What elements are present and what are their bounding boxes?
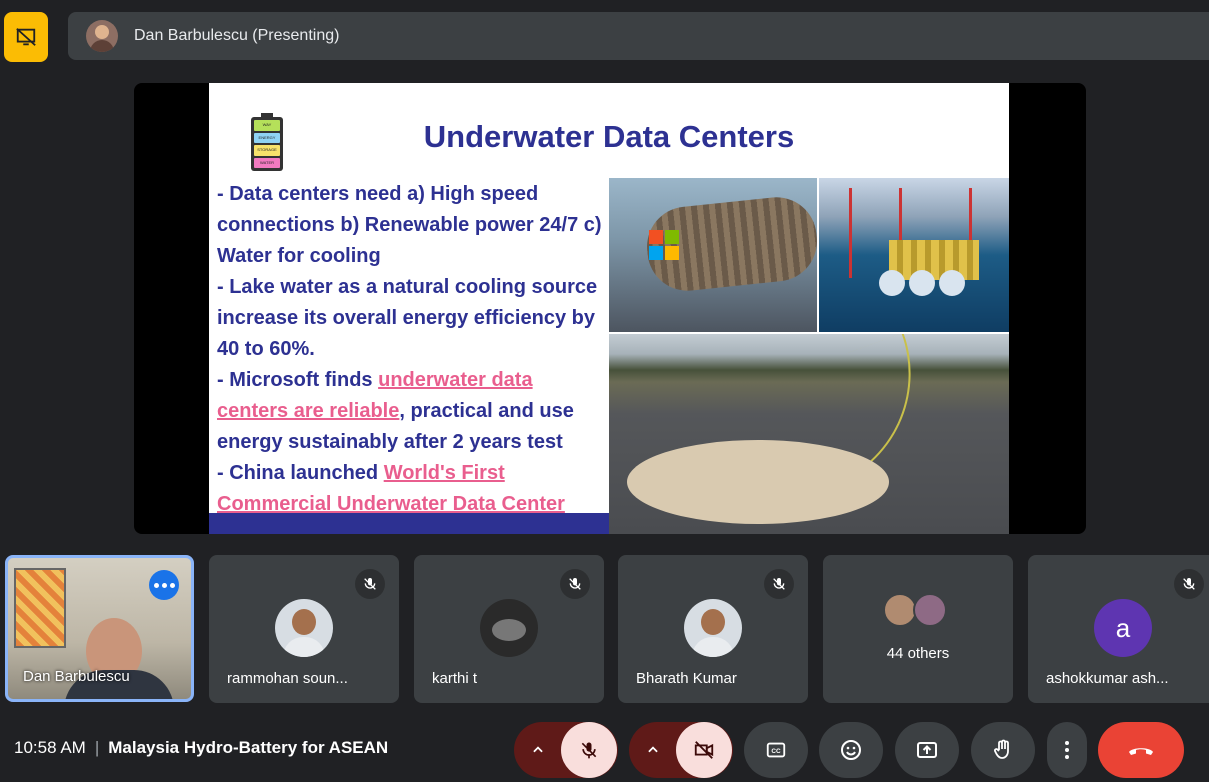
raise-hand-icon [994,739,1009,759]
others-avatars [883,593,953,627]
meeting-title: Malaysia Hydro-Battery for ASEAN [108,738,389,757]
camera-toggle-button[interactable] [676,722,732,778]
captions-button[interactable]: CC [744,722,808,778]
top-bar: Dan Barbulescu (Presenting) [0,0,1209,72]
photo-lake-island [609,334,1009,534]
speaking-indicator-icon [149,570,179,600]
mic-off-icon [764,569,794,599]
clock: 10:58 AM [14,738,86,757]
participant-tile-others[interactable]: 44 others [823,555,1013,703]
leave-call-button[interactable] [1098,722,1184,778]
mic-off-icon [560,569,590,599]
bullet-3: - Microsoft finds underwater data center… [217,369,574,453]
more-options-icon [1065,741,1069,745]
avatar [684,599,742,657]
bullet-4: - China launched World's First Commercia… [217,462,565,515]
slide-title: Underwater Data Centers [423,119,795,154]
participant-tile[interactable]: karthi t [414,555,604,703]
participant-name: karthi t [432,670,478,687]
participant-tile[interactable]: a ashokkumar ash... [1028,555,1209,703]
mic-control-group [514,722,618,778]
chevron-up-icon [648,746,658,753]
emoji-icon [841,740,861,760]
camera-control-group [629,722,733,778]
svg-text:CC: CC [771,748,781,755]
present-screen-icon [917,742,937,758]
more-options-button[interactable] [1047,722,1087,778]
participant-name: Bharath Kumar [636,670,737,687]
emoji-button[interactable] [819,722,883,778]
bullet-2: - Lake water as a natural cooling source… [217,276,598,360]
camera-off-icon [694,741,714,759]
mic-off-icon [355,569,385,599]
raise-hand-button[interactable] [971,722,1035,778]
participant-name: rammohan soun... [227,670,348,687]
presentation-slide: WAY ENERGY STORAGE WATER Underwater Data… [209,83,1009,534]
mic-off-icon [1174,569,1204,599]
mic-off-icon [581,742,597,759]
participant-tile[interactable]: Bharath Kumar [618,555,808,703]
hide-presentation-button[interactable] [4,12,48,62]
participant-tile-self[interactable]: Dan Barbulescu [5,555,194,702]
photo-china-module [819,178,1009,332]
participant-name: Dan Barbulescu [23,668,130,685]
avatar [275,599,333,657]
camera-options-button[interactable] [630,722,676,778]
control-bar: 10:58 AM | Malaysia Hydro-Battery for ASEA… [0,716,1209,782]
participant-name: ashokkumar ash... [1046,670,1169,687]
presentation-stage: WAY ENERGY STORAGE WATER Underwater Data… [134,83,1086,534]
chevron-up-icon [533,746,543,753]
bullet-1: - Data centers need a) High speed connec… [217,183,602,267]
slide-photos [609,178,1009,534]
participant-strip: Dan Barbulescu rammohan soun... karthi t… [0,555,1209,703]
others-count: 44 others [886,645,950,662]
presenter-banner[interactable]: Dan Barbulescu (Presenting) [68,12,1209,60]
photo-microsoft-capsule [609,178,817,332]
hide-presentation-icon [16,28,36,46]
avatar [480,599,538,657]
meeting-info: 10:58 AM | Malaysia Hydro-Battery for ASEA… [14,738,389,757]
presenter-avatar [86,20,118,52]
avatar: a [1094,599,1152,657]
end-call-icon [1129,748,1153,755]
captions-icon: CC [766,742,786,758]
slide-bullets: - Data centers need a) High speed connec… [217,179,609,520]
mic-options-button[interactable] [515,722,561,778]
slide-footer-bar [209,513,609,534]
present-now-button[interactable] [895,722,959,778]
participant-tile[interactable]: rammohan soun... [209,555,399,703]
presenter-label: Dan Barbulescu (Presenting) [134,27,340,44]
mic-toggle-button[interactable] [561,722,617,778]
